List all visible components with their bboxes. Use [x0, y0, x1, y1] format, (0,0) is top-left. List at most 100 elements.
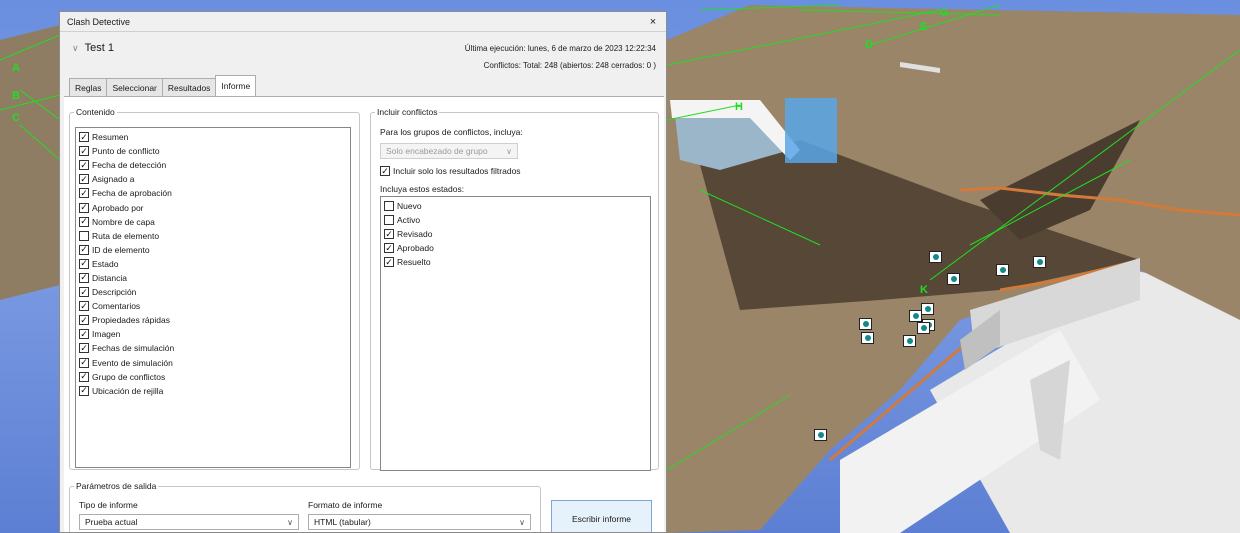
- group-include-select[interactable]: Solo encabezado de grupo ∨: [380, 143, 518, 159]
- contenido-item-label: Descripción: [92, 287, 137, 298]
- checkbox-box[interactable]: [384, 215, 394, 226]
- checkbox-box[interactable]: ✓: [79, 174, 89, 185]
- contenido-item[interactable]: ✓ Distancia: [79, 271, 347, 285]
- states-label: Incluya estos estados:: [380, 184, 465, 194]
- contenido-list[interactable]: ✓ Resumen ✓ Punto de conflicto ✓ Fecha de det…: [75, 127, 351, 468]
- checkbox-box[interactable]: ✓: [384, 257, 394, 268]
- contenido-item-label: Nombre de capa: [92, 216, 155, 227]
- incluir-item-label: Nuevo: [397, 201, 422, 212]
- tab-resultados[interactable]: Resultados: [161, 78, 217, 96]
- checkbox-box[interactable]: ✓: [384, 243, 394, 254]
- checkbox-box[interactable]: ✓: [79, 160, 89, 171]
- informe-panel: Contenido ✓ Resumen ✓ Punto de conflicto ✓ Fe…: [64, 96, 664, 532]
- clash-marker[interactable]: [859, 318, 872, 330]
- contenido-item[interactable]: ✓ Aprobado por: [79, 200, 347, 214]
- tab-seleccionar[interactable]: Seleccionar: [106, 78, 163, 96]
- contenido-item[interactable]: ✓ Resumen: [79, 130, 347, 144]
- clash-marker[interactable]: [947, 273, 960, 285]
- report-type-select[interactable]: Prueba actual ∨: [79, 514, 299, 530]
- checkbox-box[interactable]: ✓: [79, 343, 89, 354]
- clash-marker[interactable]: [909, 310, 922, 322]
- checkbox-box[interactable]: ✓: [380, 166, 390, 177]
- clash-marker[interactable]: [929, 251, 942, 263]
- checkbox-box[interactable]: ✓: [79, 132, 89, 143]
- contenido-item-label: Ruta de elemento: [92, 230, 160, 241]
- blue-box-element: [785, 98, 837, 163]
- write-report-button[interactable]: Escribir informe: [551, 500, 652, 532]
- roof-left: [0, 25, 60, 300]
- clash-detective-dialog: Clash Detective × ∨ Test 1 Última ejecuc…: [59, 11, 667, 533]
- clash-marker[interactable]: [861, 332, 874, 344]
- contenido-item[interactable]: ✓ Comentarios: [79, 299, 347, 313]
- contenido-item[interactable]: ✓ ID de elemento: [79, 243, 347, 257]
- contenido-item[interactable]: ✓ Imagen: [79, 327, 347, 341]
- checkbox-box[interactable]: [79, 230, 89, 241]
- incluir-item[interactable]: ✓ Aprobado: [384, 241, 647, 255]
- checkbox-box[interactable]: ✓: [79, 146, 89, 157]
- incluir-item-label: Resuelto: [397, 257, 431, 268]
- clash-marker[interactable]: [814, 429, 827, 441]
- chevron-down-icon[interactable]: ∨: [72, 43, 79, 54]
- group-include-label: Para los grupos de conflictos, incluya:: [380, 127, 523, 137]
- contenido-item[interactable]: ✓ Grupo de conflictos: [79, 370, 347, 384]
- test-selector[interactable]: ∨ Test 1: [72, 42, 114, 54]
- clash-marker[interactable]: [996, 264, 1009, 276]
- checkbox-box[interactable]: ✓: [79, 301, 89, 312]
- checkbox-box[interactable]: ✓: [79, 357, 89, 368]
- contenido-item[interactable]: ✓ Ubicación de rejilla: [79, 384, 347, 398]
- title-bar[interactable]: Clash Detective ×: [60, 12, 666, 32]
- incluir-item[interactable]: Nuevo: [384, 199, 647, 213]
- contenido-item-label: ID de elemento: [92, 244, 150, 255]
- checkbox-box[interactable]: ✓: [79, 315, 89, 326]
- tab-informe[interactable]: Informe: [215, 75, 257, 96]
- report-format-value: HTML (tabular): [314, 517, 371, 527]
- contenido-item[interactable]: Ruta de elemento: [79, 229, 347, 243]
- contenido-item[interactable]: ✓ Descripción: [79, 285, 347, 299]
- checkbox-box[interactable]: ✓: [384, 229, 394, 240]
- checkbox-box[interactable]: ✓: [79, 371, 89, 382]
- tab-reglas[interactable]: Reglas: [69, 78, 108, 96]
- clash-marker[interactable]: [1033, 256, 1046, 268]
- chevron-down-icon: ∨: [287, 517, 293, 527]
- group-include-value: Solo encabezado de grupo: [386, 146, 488, 156]
- incluir-legend: Incluir conflictos: [377, 107, 438, 117]
- checkbox-box[interactable]: ✓: [79, 329, 89, 340]
- close-icon[interactable]: ×: [647, 16, 659, 28]
- contenido-item[interactable]: ✓ Estado: [79, 257, 347, 271]
- checkbox-box[interactable]: ✓: [79, 202, 89, 213]
- incluir-item[interactable]: ✓ Revisado: [384, 227, 647, 241]
- checkbox-box[interactable]: [384, 201, 394, 212]
- clash-marker[interactable]: [921, 303, 934, 315]
- filtered-only-checkbox[interactable]: ✓ Incluir solo los resultados filtrados: [380, 164, 521, 178]
- contenido-item-label: Fechas de simulación: [92, 343, 175, 354]
- checkbox-box[interactable]: ✓: [79, 258, 89, 269]
- contenido-item[interactable]: ✓ Fecha de aprobación: [79, 186, 347, 200]
- contenido-legend: Contenido: [76, 107, 115, 117]
- contenido-item[interactable]: ✓ Evento de simulación: [79, 356, 347, 370]
- checkbox-box[interactable]: ✓: [79, 216, 89, 227]
- states-list[interactable]: Nuevo Activo ✓ Revisado ✓ Aprobado ✓ Resuelto: [380, 196, 651, 471]
- incluir-item[interactable]: Activo: [384, 213, 647, 227]
- contenido-item[interactable]: ✓ Fecha de detección: [79, 158, 347, 172]
- test-name: Test 1: [84, 42, 114, 54]
- checkbox-box[interactable]: ✓: [79, 287, 89, 298]
- contenido-item[interactable]: ✓ Punto de conflicto: [79, 144, 347, 158]
- contenido-item-label: Fecha de aprobación: [92, 188, 172, 199]
- contenido-item[interactable]: ✓ Nombre de capa: [79, 215, 347, 229]
- contenido-item[interactable]: ✓ Asignado a: [79, 172, 347, 186]
- incluir-item[interactable]: ✓ Resuelto: [384, 255, 647, 269]
- contenido-item-label: Punto de conflicto: [92, 146, 160, 157]
- contenido-item-label: Propiedades rápidas: [92, 315, 170, 326]
- clash-marker[interactable]: [903, 335, 916, 347]
- contenido-item[interactable]: ✓ Fechas de simulación: [79, 341, 347, 355]
- report-format-select[interactable]: HTML (tabular) ∨: [308, 514, 531, 530]
- checkbox-box[interactable]: ✓: [79, 272, 89, 283]
- checkbox-box[interactable]: ✓: [79, 385, 89, 396]
- checkbox-box[interactable]: ✓: [79, 244, 89, 255]
- contenido-item-label: Grupo de conflictos: [92, 371, 166, 382]
- contenido-item[interactable]: ✓ Propiedades rápidas: [79, 313, 347, 327]
- checkbox-box[interactable]: ✓: [79, 188, 89, 199]
- incluir-conflictos-group: Incluir conflictos Para los grupos de co…: [370, 107, 659, 471]
- contenido-item-label: Distancia: [92, 272, 127, 283]
- clash-marker[interactable]: [917, 322, 930, 334]
